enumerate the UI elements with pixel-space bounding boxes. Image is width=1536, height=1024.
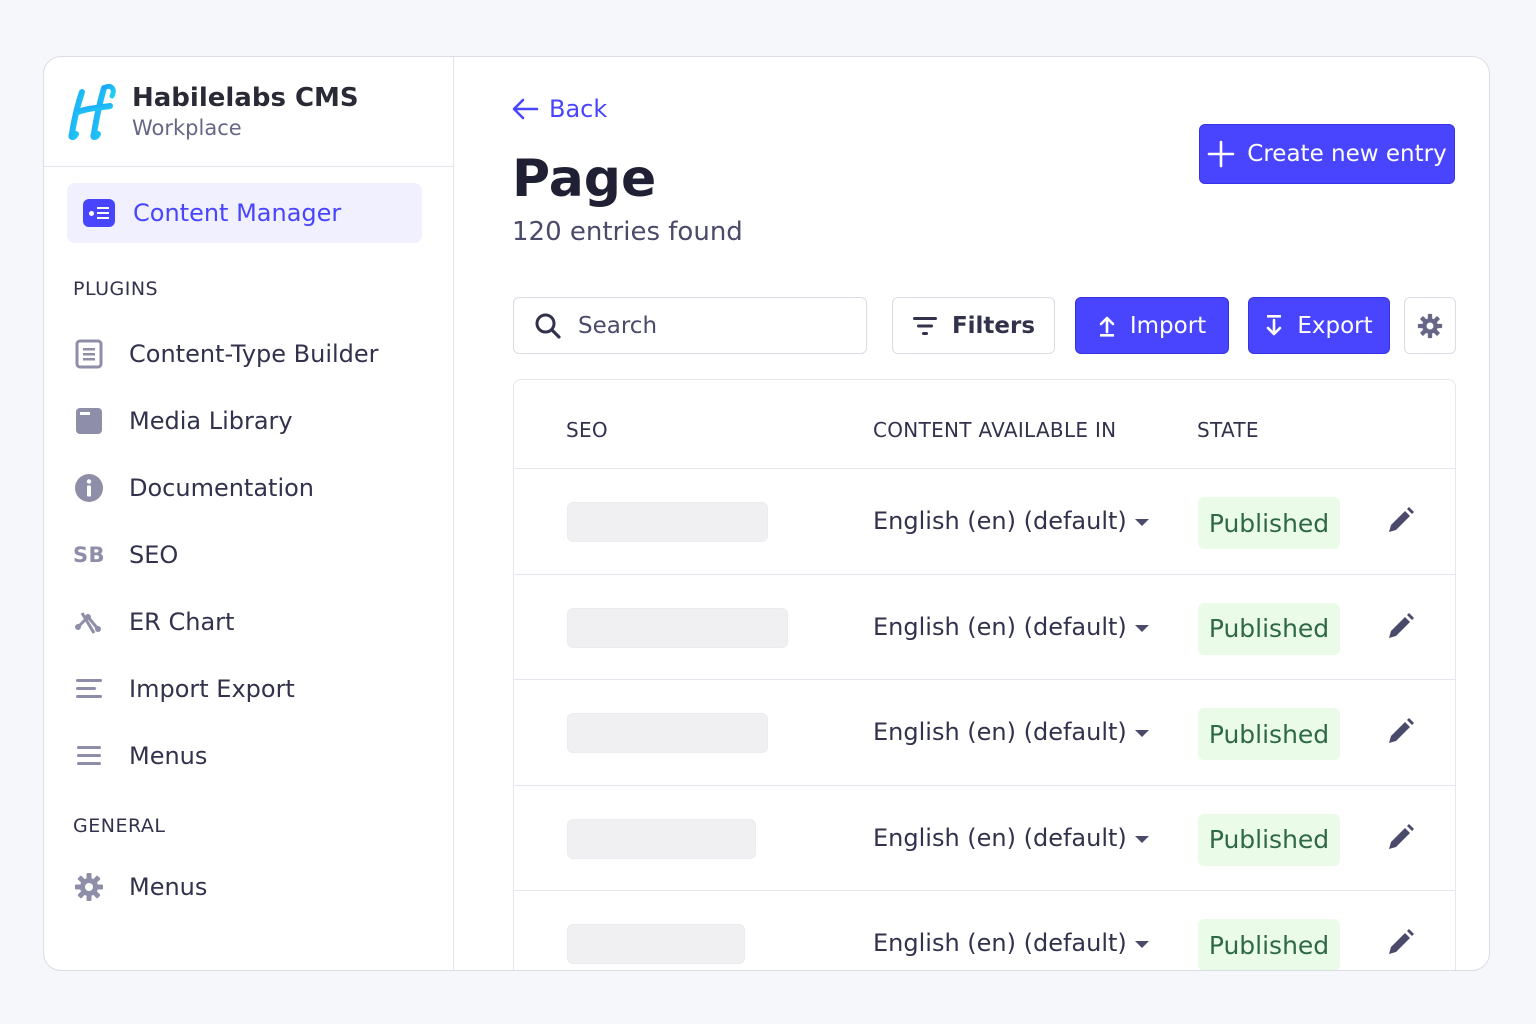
pencil-icon[interactable] [1384,822,1416,854]
entries-table: SEO CONTENT AVAILABLE IN STATE English (… [513,379,1456,970]
sidebar-item-label: Menus [129,742,208,770]
plugins-section-title: PLUGINS [73,278,159,300]
table-row[interactable]: English (en) (default) Published [514,680,1455,786]
table-row[interactable]: English (en) (default) Published [514,786,1455,891]
status-badge: Published [1198,602,1340,655]
download-icon [1267,314,1282,335]
seo-placeholder [567,818,756,859]
seo-placeholder [567,607,788,648]
sb-icon: SB [72,543,106,567]
pencil-icon[interactable] [1384,716,1416,748]
sidebar-item-label: ER Chart [129,608,235,636]
column-header-state[interactable]: STATE [1197,418,1259,442]
sidebar-item-label: Documentation [129,474,315,502]
sidebar-item-seo[interactable]: SB SEO [73,535,178,575]
gear-icon [73,871,105,903]
table-row[interactable]: English (en) (default) Published [514,891,1455,970]
brand-header: Habilelabs CMS Workplace [44,57,453,167]
export-label: Export [1297,312,1373,339]
caret-down-icon[interactable] [1135,519,1149,526]
import-label: Import [1129,312,1207,339]
locale-label: English (en) (default) [873,612,1127,641]
sidebar-item-menus[interactable]: Menus [73,736,207,776]
page-title: Page [512,149,657,209]
column-header-content-available-in[interactable]: CONTENT AVAILABLE IN [873,418,1116,442]
status-badge: Published [1198,813,1340,866]
search-icon [535,313,561,339]
seo-placeholder [567,502,768,542]
create-new-entry-button[interactable]: Create new entry [1199,124,1455,184]
import-button[interactable]: Import [1075,297,1229,354]
caret-down-icon[interactable] [1135,624,1149,632]
locale-label: English (en) (default) [873,718,1127,746]
main-content: Back Page 120 entries found Create new e… [454,57,1489,970]
entries-count: 120 entries found [512,217,743,247]
sidebar-item-label: SEO [129,541,179,569]
app-window: Habilelabs CMS Workplace Content Manager… [43,56,1490,971]
sidebar-item-media-library[interactable]: Media Library [73,401,293,441]
sidebar: Habilelabs CMS Workplace Content Manager… [44,57,454,970]
brand-name: Habilelabs CMS [132,82,359,113]
table-row[interactable]: English (en) (default) Published [514,575,1455,680]
sidebar-item-label: Media Library [129,407,293,435]
sidebar-item-general-menus[interactable]: Menus [73,867,207,907]
locale-label: English (en) (default) [873,823,1127,852]
pencil-icon[interactable] [1384,505,1416,537]
status-badge: Published [1198,708,1340,760]
search-box[interactable] [513,297,867,354]
search-input[interactable] [578,312,838,339]
pencil-icon[interactable] [1384,611,1416,643]
sidebar-item-label: Import Export [129,675,295,703]
export-button[interactable]: Export [1248,297,1390,354]
locale-label: English (en) (default) [873,507,1127,535]
seo-placeholder [567,713,768,753]
info-icon [73,472,105,504]
status-badge: Published [1198,497,1340,549]
sidebar-item-er-chart[interactable]: ER Chart [73,602,234,642]
content-type-builder-icon [73,338,105,370]
er-chart-icon [73,606,105,638]
caret-down-icon[interactable] [1135,835,1149,843]
seo-placeholder [567,924,745,964]
table-row[interactable]: English (en) (default) Published [514,469,1455,575]
create-new-entry-label: Create new entry [1247,141,1447,167]
back-label: Back [549,95,608,123]
workspace-name: Workplace [132,115,242,140]
caret-down-icon[interactable] [1135,941,1149,948]
locale-label: English (en) (default) [873,929,1127,957]
arrow-left-icon [512,98,539,120]
sidebar-item-label: Content-Type Builder [129,340,379,368]
filter-icon [912,316,937,335]
filters-label: Filters [951,312,1036,339]
sidebar-item-documentation[interactable]: Documentation [73,468,314,508]
sidebar-item-label: Content Manager [133,199,342,227]
menu-icon [73,740,105,772]
plus-icon [1207,140,1235,168]
pencil-icon[interactable] [1384,927,1416,959]
table-header: SEO CONTENT AVAILABLE IN STATE [514,380,1455,469]
general-section-title: GENERAL [73,815,166,837]
caret-down-icon[interactable] [1135,730,1149,737]
sidebar-item-content-type-builder[interactable]: Content-Type Builder [73,334,379,374]
sidebar-item-label: Menus [129,873,208,901]
gear-icon [1417,313,1443,338]
habilelabs-logo [68,83,116,140]
filters-button[interactable]: Filters [892,297,1055,354]
media-library-icon [73,405,105,437]
sidebar-item-content-manager[interactable]: Content Manager [67,183,422,243]
upload-icon [1099,316,1115,337]
import-export-icon [73,673,105,705]
column-header-seo[interactable]: SEO [566,418,608,442]
content-manager-icon [83,199,115,227]
sidebar-item-import-export[interactable]: Import Export [73,669,295,709]
settings-button[interactable] [1404,297,1456,354]
status-badge: Published [1198,919,1340,970]
back-link[interactable]: Back [511,95,607,123]
